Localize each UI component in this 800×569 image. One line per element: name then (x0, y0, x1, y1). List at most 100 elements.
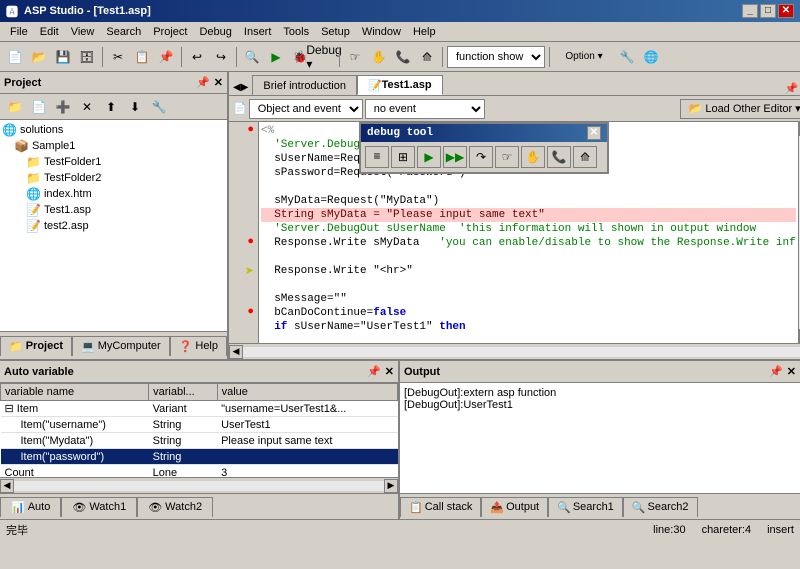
var-type: Variant (149, 401, 217, 417)
auto-var-panel: Auto variable 📌 ✕ variable name variabl.… (0, 361, 400, 519)
output-close-icon[interactable]: ✕ (787, 365, 796, 378)
dbg-btn-6[interactable]: ☞ (495, 146, 519, 168)
menu-view[interactable]: View (65, 24, 101, 40)
pt-btn5[interactable]: ⬆ (100, 96, 122, 118)
tab-mycomputer[interactable]: 💻 MyComputer (72, 336, 170, 356)
var-value (217, 449, 397, 465)
menu-debug[interactable]: Debug (193, 24, 237, 40)
pt-btn2[interactable]: 📄 (28, 96, 50, 118)
debug-tool-close[interactable]: ✕ (587, 126, 601, 140)
av-hscroll-right[interactable]: ▶ (384, 479, 398, 493)
pt-btn6[interactable]: ⬇ (124, 96, 146, 118)
menu-insert[interactable]: Insert (238, 24, 278, 40)
tree-test1[interactable]: 📝 Test1.asp (2, 202, 225, 218)
toolbar-icon1[interactable]: 🔧 (616, 46, 638, 68)
minimize-button[interactable]: _ (742, 4, 758, 18)
cut-button[interactable]: ✂ (107, 46, 129, 68)
table-row[interactable]: Count Lone 3 (1, 465, 398, 478)
tab-callstack[interactable]: 📋 Call stack (400, 497, 481, 517)
tab-search1[interactable]: 🔍 Search1 (548, 497, 623, 517)
code-editor[interactable]: debug tool ✕ ≡ ⊞ ▶ ▶▶ ↷ ☞ ✋ 📞 ⟰ (259, 122, 798, 343)
tab-search2[interactable]: 🔍 Search2 (623, 497, 698, 517)
var-type: String (149, 417, 217, 433)
phone-button[interactable]: 📞 (392, 46, 414, 68)
menu-project[interactable]: Project (147, 24, 193, 40)
code-line-5 (261, 180, 796, 194)
bottom-area: Auto variable 📌 ✕ variable name variabl.… (0, 359, 800, 519)
pt-btn4[interactable]: ✕ (76, 96, 98, 118)
object-dropdown[interactable]: Object and event (249, 99, 363, 119)
hand1-button[interactable]: ☞ (344, 46, 366, 68)
av-close-icon[interactable]: ✕ (385, 365, 394, 378)
paste-button[interactable]: 📌 (155, 46, 177, 68)
table-row[interactable]: Item("Mydata") String Please input same … (1, 433, 398, 449)
hand2-button[interactable]: ✋ (368, 46, 390, 68)
status-right: line:30 chareter:4 insert (653, 524, 794, 536)
save-all-button[interactable]: 🗄 (76, 46, 98, 68)
debug-dropdown[interactable]: Debug ▾ (313, 46, 335, 68)
close-button[interactable]: ✕ (778, 4, 794, 18)
et-icon: 📄 (233, 102, 247, 115)
dbg-btn-7[interactable]: ✋ (521, 146, 545, 168)
tab-watch1[interactable]: 👁 Watch1 (61, 497, 137, 517)
menu-help[interactable]: Help (407, 24, 442, 40)
event-dropdown[interactable]: no event (365, 99, 485, 119)
dbg-btn-2[interactable]: ⊞ (391, 146, 415, 168)
undo-button[interactable]: ↩ (186, 46, 208, 68)
tab-help[interactable]: ❓ Help (170, 336, 227, 356)
dbg-btn-4[interactable]: ▶▶ (443, 146, 467, 168)
tab-auto[interactable]: 📊 Auto (0, 497, 61, 517)
table-row[interactable]: ⊟ Item Variant "username=UserTest1&... (1, 401, 398, 417)
project-pin-icon[interactable]: 📌 (196, 76, 210, 89)
pt-btn3[interactable]: ➕ (52, 96, 74, 118)
tab-project[interactable]: 📁 Project (0, 336, 72, 356)
menu-search[interactable]: Search (100, 24, 147, 40)
dbg-btn-3[interactable]: ▶ (417, 146, 441, 168)
up-button[interactable]: ⟰ (416, 46, 438, 68)
editor-tab-brief[interactable]: Brief introduction (252, 75, 357, 95)
tree-test2[interactable]: 📝 test2.asp (2, 218, 225, 234)
menu-file[interactable]: File (4, 24, 34, 40)
menu-window[interactable]: Window (356, 24, 407, 40)
tab-watch2[interactable]: 👁 Watch2 (137, 497, 213, 517)
tree-index[interactable]: 🌐 index.htm (2, 186, 225, 202)
dbg-btn-8[interactable]: 📞 (547, 146, 571, 168)
dbg-btn-5[interactable]: ↷ (469, 146, 493, 168)
tree-folder1[interactable]: 📁 TestFolder1 (2, 154, 225, 170)
hscroll-left[interactable]: ◀ (229, 345, 243, 359)
editor-nav-next[interactable]: ▶ (241, 82, 249, 93)
toolbar-icon2[interactable]: 🌐 (640, 46, 662, 68)
copy-button[interactable]: 📋 (131, 46, 153, 68)
save-button[interactable]: 💾 (52, 46, 74, 68)
tree-solutions[interactable]: 🌐 solutions (2, 122, 225, 138)
editor-tab-test1[interactable]: 📝 Test1.asp (357, 75, 443, 95)
redo-button[interactable]: ↪ (210, 46, 232, 68)
output-pin-icon[interactable]: 📌 (769, 365, 783, 378)
dbg-btn-9[interactable]: ⟰ (573, 146, 597, 168)
open-button[interactable]: 📂 (28, 46, 50, 68)
run-button[interactable]: ▶ (265, 46, 287, 68)
tab-output[interactable]: 📤 Output (481, 497, 548, 517)
table-row-selected[interactable]: Item("password") String (1, 449, 398, 465)
editor-pin-icon[interactable]: 📌 (785, 82, 799, 95)
menu-setup[interactable]: Setup (315, 24, 356, 40)
tree-folder2[interactable]: 📁 TestFolder2 (2, 170, 225, 186)
dbg-btn-1[interactable]: ≡ (365, 146, 389, 168)
tree-sample1[interactable]: 📦 Sample1 (2, 138, 225, 154)
menu-edit[interactable]: Edit (34, 24, 65, 40)
maximize-button[interactable]: □ (760, 4, 776, 18)
code-line-12: sMessage="" (261, 292, 796, 306)
new-button[interactable]: 📄 (4, 46, 26, 68)
pt-btn7[interactable]: 🔧 (148, 96, 170, 118)
av-pin-icon[interactable]: 📌 (367, 365, 381, 378)
pt-btn1[interactable]: 📁 (4, 96, 26, 118)
option-button[interactable]: Option ▾ (554, 46, 614, 68)
load-other-editor-button[interactable]: 📂 Load Other Editor ▾ (680, 99, 800, 119)
function-dropdown[interactable]: function show (447, 46, 545, 68)
project-close-icon[interactable]: ✕ (214, 76, 223, 89)
av-hscroll-left[interactable]: ◀ (0, 479, 14, 493)
editor-nav-prev[interactable]: ◀ (233, 82, 241, 93)
find-button[interactable]: 🔍 (241, 46, 263, 68)
table-row[interactable]: Item("username") String UserTest1 (1, 417, 398, 433)
menu-tools[interactable]: Tools (277, 24, 315, 40)
